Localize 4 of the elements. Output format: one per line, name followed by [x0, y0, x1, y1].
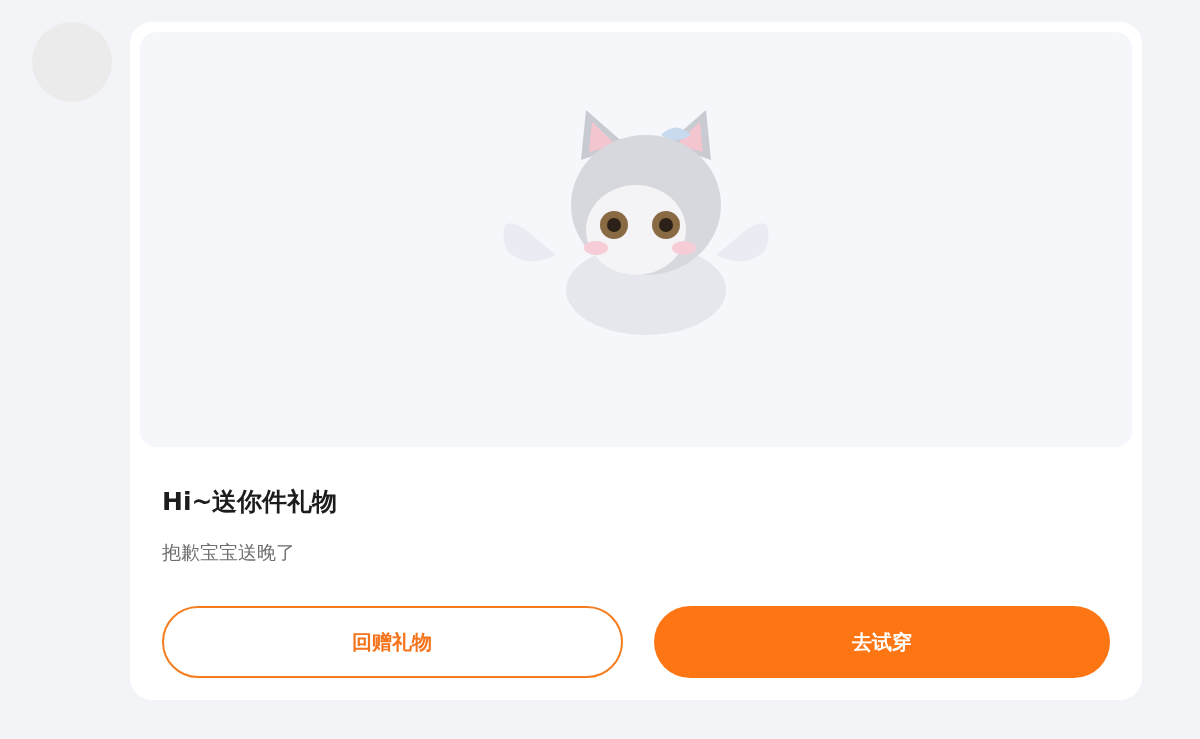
- message-title: Hi~送你件礼物: [162, 486, 339, 518]
- return-gift-button[interactable]: 回赠礼物: [162, 606, 623, 678]
- try-on-button[interactable]: 去试穿: [653, 606, 1110, 678]
- message-subtitle: 抱歉宝宝送晚了: [162, 540, 296, 565]
